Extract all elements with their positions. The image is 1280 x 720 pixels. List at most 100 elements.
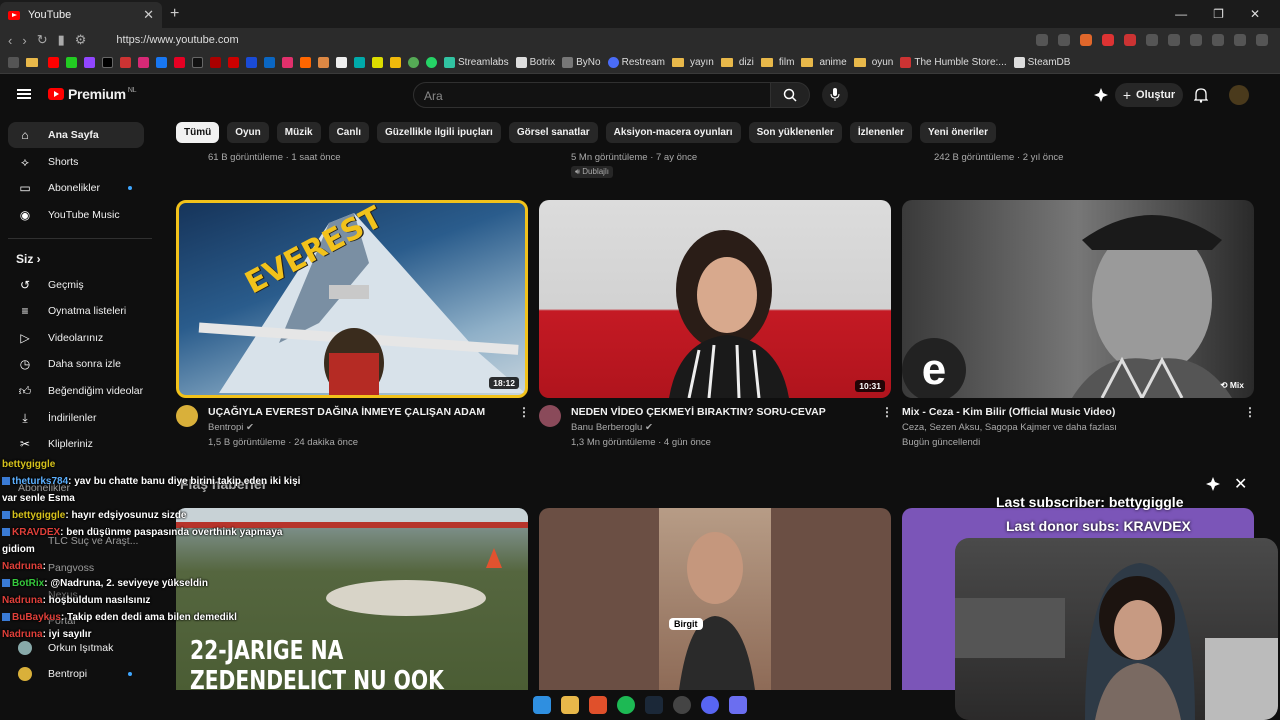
video-title[interactable]: Mix - Ceza - Kim Bilir (Official Music V… <box>902 406 1115 418</box>
close-window-icon[interactable]: ✕ <box>1250 7 1260 21</box>
wallet-icon[interactable] <box>1234 34 1246 46</box>
bookmark-botrix[interactable]: Botrix <box>515 57 555 68</box>
brave-browser-icon[interactable] <box>589 696 607 714</box>
sidebar-you-heading[interactable]: Siz › <box>16 252 41 266</box>
url-field[interactable]: https://www.youtube.com <box>116 34 1026 46</box>
browser-tab[interactable]: YouTube ✕ <box>0 2 162 28</box>
spotify-icon[interactable] <box>617 696 635 714</box>
minimize-icon[interactable]: — <box>1175 7 1187 21</box>
video-title[interactable]: UÇAĞIYLA EVEREST DAĞINA İNMEYE ÇALIŞAN A… <box>208 406 485 418</box>
sidebar-icon[interactable] <box>1212 34 1224 46</box>
new-tab-icon[interactable]: + <box>170 5 179 23</box>
restore-icon[interactable]: ❐ <box>1213 7 1224 21</box>
bookmark-humble-store[interactable]: The Humble Store:... <box>900 57 1007 68</box>
sidebar-item-watch-later[interactable]: ◷ Daha sonra izle <box>8 351 144 377</box>
avatar[interactable] <box>1229 85 1249 105</box>
chip[interactable]: Oyun <box>227 122 269 143</box>
channel-name[interactable]: Ceza, Sezen Aksu, Sagopa Kajmer ve daha … <box>902 422 1117 433</box>
more-options-icon[interactable]: ⋮ <box>518 405 530 419</box>
sidebar-item-playlists[interactable]: ≡ Oynatma listeleri <box>8 298 144 324</box>
extensions-icon[interactable] <box>1190 34 1202 46</box>
bookmark-streamlabs[interactable]: Streamlabs <box>444 57 509 68</box>
bookmark-restream[interactable]: Restream <box>607 57 665 68</box>
bookmark-icon[interactable] <box>354 57 365 68</box>
chip[interactable]: Son yüklenenler <box>748 122 842 143</box>
sidebar-item-shorts[interactable]: ⟡ Shorts <box>8 149 144 175</box>
bookmark-icon[interactable] <box>66 57 77 68</box>
channel-avatar[interactable] <box>539 405 561 427</box>
channel-name[interactable]: Bentropi ✔ <box>208 422 254 433</box>
sidebar-item-subscriptions[interactable]: ▭ Abonelikler <box>8 175 144 201</box>
bookmark-folder-yayin[interactable]: yayın <box>671 57 714 68</box>
bookmark-icon[interactable] <box>264 57 275 68</box>
extension-icon[interactable] <box>1146 34 1158 46</box>
bookmark-icon[interactable] <box>246 57 257 68</box>
obs-icon[interactable] <box>673 696 691 714</box>
more-options-icon[interactable]: ⋮ <box>1244 405 1256 419</box>
bookmark-icon[interactable] <box>102 57 113 68</box>
bookmark-icon[interactable] <box>156 57 167 68</box>
cast-icon[interactable] <box>1036 34 1048 46</box>
bookmark-byno[interactable]: ByNo <box>562 57 601 68</box>
site-settings-icon[interactable]: ⚙ <box>75 32 87 48</box>
channel-name[interactable]: Banu Berberoglu ✔ <box>571 422 653 433</box>
video-thumbnail[interactable]: EVEREST 18:12 <box>176 200 528 398</box>
chip-all[interactable]: Tümü <box>176 122 220 143</box>
notifications-bell-icon[interactable] <box>1193 88 1209 106</box>
chip[interactable]: Yeni öneriler <box>919 122 996 143</box>
extension-icon[interactable] <box>1168 34 1180 46</box>
bookmark-icon[interactable] <box>390 57 401 68</box>
search-button[interactable] <box>770 82 810 108</box>
steam-icon[interactable] <box>645 696 663 714</box>
close-icon[interactable]: ✕ <box>1234 474 1247 494</box>
chip[interactable]: Güzellikle ilgili ipuçları <box>377 122 501 143</box>
bookmark-icon[interactable] <box>282 57 293 68</box>
video-thumbnail[interactable]: e ⟲ Mix <box>902 200 1254 398</box>
bookmark-icon[interactable] <box>228 57 239 68</box>
file-explorer-icon[interactable] <box>561 696 579 714</box>
menu-icon[interactable] <box>17 89 31 99</box>
rewards-icon[interactable] <box>1102 34 1114 46</box>
voice-search-button[interactable] <box>822 82 848 108</box>
sidebar-sub-item[interactable]: Bentropi <box>8 661 144 687</box>
chip[interactable]: Müzik <box>276 122 321 143</box>
discord-icon[interactable] <box>701 696 719 714</box>
menu-icon[interactable] <box>1256 34 1268 46</box>
more-options-icon[interactable]: ⋮ <box>881 405 893 419</box>
app-icon[interactable] <box>729 696 747 714</box>
bookmark-folder-dizi[interactable]: dizi <box>720 57 754 68</box>
video-thumbnail[interactable]: 10:31 <box>539 200 891 398</box>
share-icon[interactable] <box>1058 34 1070 46</box>
reload-icon[interactable]: ↻ <box>37 32 48 48</box>
video-title[interactable]: NEDEN VİDEO ÇEKMEYİ BIRAKTIN? SORU-CEVAP <box>571 406 826 418</box>
bookmark-steamdb[interactable]: SteamDB <box>1013 57 1070 68</box>
bookmark-icon[interactable] <box>210 57 221 68</box>
bookmark-icon[interactable] <box>318 57 329 68</box>
bookmark-folder-oyun[interactable]: oyun <box>853 57 893 68</box>
back-icon[interactable]: ‹ <box>8 33 12 48</box>
extension-icon[interactable] <box>1124 34 1136 46</box>
chip[interactable]: İzlenenler <box>849 122 912 143</box>
bookmark-icon[interactable] <box>336 57 347 68</box>
chip[interactable]: Canlı <box>328 122 370 143</box>
shorts-thumbnail[interactable]: Birgit <box>539 508 891 690</box>
bookmark-icon[interactable] <box>408 57 419 68</box>
folder-icon[interactable] <box>26 58 38 67</box>
bookmark-icon[interactable] <box>174 57 185 68</box>
bookmark-icon[interactable] <box>300 57 311 68</box>
bookmark-folder-film[interactable]: film <box>760 57 794 68</box>
ai-sparkle-icon[interactable] <box>1206 477 1220 494</box>
bookmark-icon[interactable] <box>372 57 383 68</box>
bookmark-icon[interactable] <box>138 57 149 68</box>
ai-sparkle-icon[interactable] <box>1094 88 1108 105</box>
sidebar-item-music[interactable]: ◉ YouTube Music <box>8 202 144 228</box>
brave-shield-icon[interactable] <box>1080 34 1092 46</box>
apps-icon[interactable] <box>8 57 19 68</box>
sidebar-item-home[interactable]: ⌂ Ana Sayfa <box>8 122 144 148</box>
whatsapp-icon[interactable] <box>426 57 437 68</box>
sidebar-item-liked[interactable]: 👍︎ Beğendiğim videolar <box>8 378 144 404</box>
sidebar-item-clips[interactable]: ✂ Klipleriniz <box>8 431 144 457</box>
chip[interactable]: Görsel sanatlar <box>508 122 598 143</box>
bookmark-icon[interactable] <box>84 57 95 68</box>
close-tab-icon[interactable]: ✕ <box>143 7 154 23</box>
